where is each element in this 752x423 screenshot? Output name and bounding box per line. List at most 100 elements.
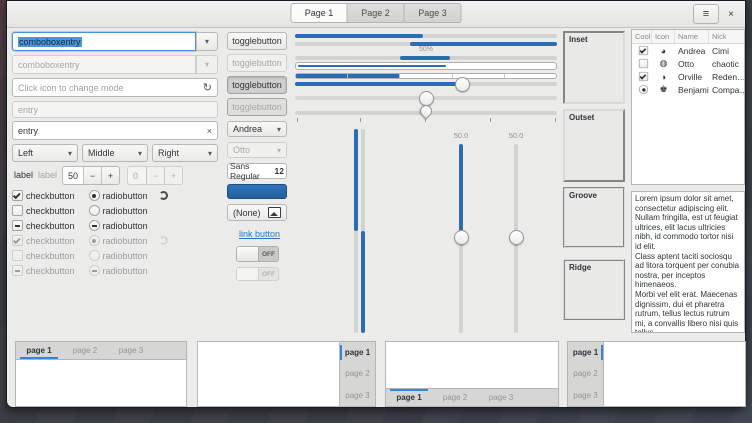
comboboxentry-dropdown-button[interactable]: ▾ <box>196 32 218 51</box>
notebook-tabs-top: page 1 page 2 page 3 <box>15 341 187 407</box>
spin-plus-button-disabled: + <box>164 167 182 184</box>
combobox-left-value: Left <box>18 148 33 158</box>
label: label <box>14 170 33 180</box>
spin-plus-button[interactable]: + <box>101 167 119 184</box>
name-combobox[interactable]: Andrea ▾ <box>227 121 287 137</box>
checkbutton-label: checkbutton <box>26 191 75 201</box>
checkbox-checked[interactable] <box>12 190 23 201</box>
switch-off[interactable]: OFF <box>236 246 279 262</box>
refresh-icon[interactable]: ↻ <box>203 81 212 94</box>
table-row[interactable]: ♚ Benjamin Compa… <box>632 83 744 96</box>
comboboxentry-disabled-value: comboboxentry <box>18 60 190 70</box>
togglebutton[interactable]: togglebutton <box>227 32 287 50</box>
notebook-tab-page3[interactable]: page 3 <box>568 385 603 406</box>
mode-entry[interactable]: Click icon to change mode ↻ <box>12 78 218 97</box>
notebook-tab-bar: page 1 page 2 page 3 <box>386 388 558 406</box>
row-checkbox-unchecked[interactable] <box>639 59 648 68</box>
table-row[interactable]: ◍ Otto chaotic <box>632 57 744 70</box>
tab-label: page 2 <box>573 369 597 378</box>
entry[interactable]: entry × <box>12 121 218 140</box>
notebook-tab-page3[interactable]: page 3 <box>108 342 154 359</box>
clear-icon[interactable]: × <box>207 126 212 136</box>
notebook-tab-page2[interactable]: page 2 <box>340 363 375 384</box>
font-size: 12 <box>275 166 284 176</box>
levelbar-continuous-fill <box>298 65 446 67</box>
check-radio-row: checkbutton radiobutton <box>12 204 148 217</box>
row-checkbox-checked[interactable] <box>639 46 648 55</box>
row-name: Otto <box>675 59 709 69</box>
window-close-button[interactable]: × <box>722 4 740 24</box>
frame-groove: Groove <box>563 187 625 248</box>
radio-indeterminate[interactable] <box>89 220 100 231</box>
textview[interactable]: Lorem ipsum dolor sit amet, consectetur … <box>631 191 745 333</box>
vscale-handle[interactable] <box>454 230 469 245</box>
notebook-tab-page3[interactable]: page 3 <box>340 385 375 406</box>
column-header-name[interactable]: Name <box>675 30 709 43</box>
row-radio-selected[interactable] <box>639 85 648 94</box>
treeview-header: Cool Icon Name Nick <box>632 30 744 44</box>
notebook-tab-page1[interactable]: page 1 <box>16 342 62 359</box>
link-button[interactable]: link button <box>239 229 280 239</box>
column-header-nick[interactable]: Nick <box>709 30 744 43</box>
comboboxentry-value: comboboxentry <box>18 37 82 47</box>
notebook-tab-page1[interactable]: page 1 <box>340 342 375 363</box>
checkbutton-label: checkbutton <box>26 266 75 276</box>
combobox-right[interactable]: Right ▾ <box>152 144 218 162</box>
tab-page-1[interactable]: Page 1 <box>291 3 348 23</box>
notebook-tab-page2[interactable]: page 2 <box>62 342 108 359</box>
notebook-tab-page1[interactable]: page 1 <box>386 389 432 406</box>
checkbox-indeterminate-disabled <box>12 265 23 276</box>
spinbutton-value[interactable]: 50 <box>63 167 83 184</box>
levelbar-continuous <box>295 62 557 70</box>
notebook-tab-page1[interactable]: page 1 <box>568 342 603 363</box>
row-name: Andrea <box>675 46 709 56</box>
table-row[interactable]: ◕ Andrea Cimi <box>632 44 744 57</box>
combobox-right-value: Right <box>158 148 179 158</box>
file-chooser-button[interactable]: (None) <box>227 204 287 221</box>
combobox-left[interactable]: Left ▾ <box>12 144 78 162</box>
table-row[interactable]: ◑ Orville Reden… <box>632 70 744 83</box>
vscale-disabled-value-label: 50.0 <box>502 131 530 140</box>
checkbutton-label: checkbutton <box>26 251 75 261</box>
radio-selected[interactable] <box>89 190 100 201</box>
radiobutton-label: radiobutton <box>103 206 148 216</box>
levelbar-discrete <box>295 73 557 79</box>
switch-off-disabled-label: OFF <box>259 268 278 280</box>
font-button[interactable]: Sans Regular 12 <box>227 163 287 179</box>
entry-disabled: entry <box>12 101 218 118</box>
tab-page-3[interactable]: Page 3 <box>405 3 462 23</box>
spinbutton-disabled: 0 − + <box>127 166 183 185</box>
column-header-cool[interactable]: Cool <box>632 30 652 43</box>
mode-entry-placeholder: Click icon to change mode <box>18 83 199 93</box>
checkbox-unchecked[interactable] <box>12 205 23 216</box>
hscale-handle[interactable] <box>455 77 470 92</box>
notebook-tab-page2[interactable]: page 2 <box>432 389 478 406</box>
vprogressbar-top-fill <box>354 129 358 231</box>
radiobutton-label: radiobutton <box>103 266 148 276</box>
combobox-middle[interactable]: Middle ▾ <box>82 144 148 162</box>
comboboxentry-disabled-dropdown-button: ▾ <box>196 55 218 74</box>
active-tab-indicator <box>601 345 603 360</box>
hscale[interactable] <box>295 82 557 86</box>
comboboxentry-input[interactable]: comboboxentry <box>12 32 196 51</box>
tab-label: page 2 <box>73 346 97 355</box>
combobox-middle-value: Middle <box>88 148 115 158</box>
vscale-fill <box>459 144 463 237</box>
togglebutton-active-disabled: togglebutton <box>227 98 287 116</box>
check-radio-row-disabled: checkbutton radiobutton <box>12 234 168 247</box>
chevron-down-icon: ▾ <box>205 37 209 46</box>
tab-page-2[interactable]: Page 2 <box>348 3 405 23</box>
hscale-marks-handle[interactable] <box>418 103 435 120</box>
column-header-icon[interactable]: Icon <box>652 30 675 43</box>
togglebutton-active[interactable]: togglebutton <box>227 76 287 94</box>
color-button[interactable] <box>227 184 287 199</box>
notebook-tab-page2[interactable]: page 2 <box>568 363 603 384</box>
hamburger-menu-button[interactable]: ≡ <box>693 4 719 24</box>
row-checkbox-checked[interactable] <box>639 72 648 81</box>
switch-handle[interactable] <box>237 247 259 261</box>
notebook-tab-page3[interactable]: page 3 <box>478 389 524 406</box>
checkbox-indeterminate[interactable] <box>12 220 23 231</box>
radio-selected-disabled <box>89 235 100 246</box>
spin-minus-button[interactable]: − <box>83 167 101 184</box>
radio-unselected[interactable] <box>89 205 100 216</box>
